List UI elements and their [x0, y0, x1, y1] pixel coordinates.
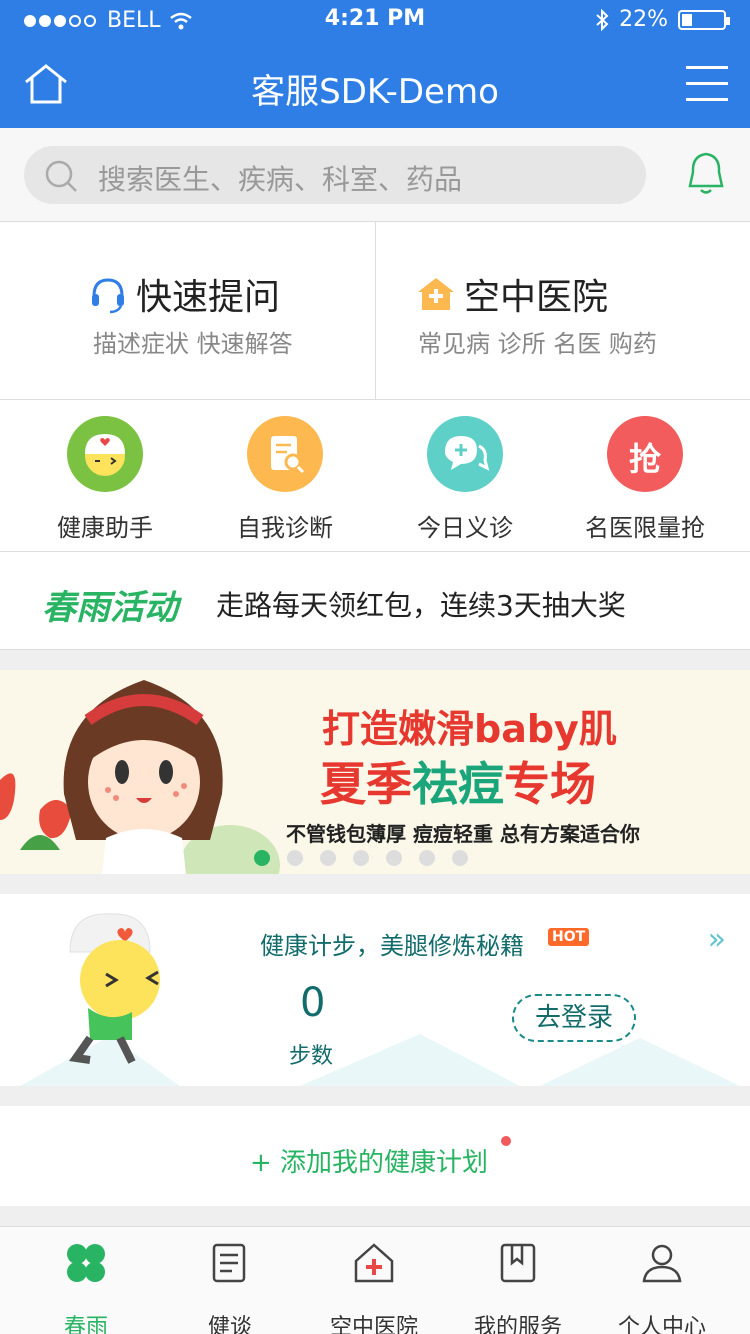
sky-hospital-tile[interactable]: 空中医院 常见病 诊所 名医 购药 — [375, 222, 750, 400]
grab-icon: 抢 — [607, 416, 683, 492]
shortcut-label: 自我诊断 — [237, 514, 333, 542]
carousel-pager[interactable] — [254, 850, 468, 866]
tab-label: 空中医院 — [329, 1315, 418, 1334]
bell-icon[interactable] — [686, 150, 726, 196]
search-bar: 搜索医生、疾病、科室、药品 — [0, 128, 750, 222]
shortcut-label: 健康助手 — [57, 514, 153, 542]
self-diagnosis-icon — [247, 416, 323, 492]
headset-icon — [92, 278, 124, 314]
tab-label: 健谈 — [207, 1315, 252, 1334]
clover-icon — [67, 1244, 105, 1282]
header: BELL 4:21 PM 22% 客服SDK-Demo — [0, 0, 750, 128]
tab-sky-hospital[interactable]: 空中医院 — [299, 1241, 449, 1334]
quick-ask-tile[interactable]: 快速提问 描述症状 快速解答 — [0, 222, 375, 400]
hospital-house-icon — [354, 1243, 394, 1283]
status-bar: BELL 4:21 PM 22% — [0, 0, 750, 40]
navbar: 客服SDK-Demo — [0, 44, 750, 128]
shortcut-health-assistant[interactable]: 健康助手 — [15, 416, 195, 543]
quick-ask-subtitle: 描述症状 快速解答 — [93, 330, 293, 358]
shortcut-self-diagnosis[interactable]: 自我诊断 — [195, 416, 375, 543]
health-assistant-icon — [67, 416, 143, 492]
shortcut-free-clinic[interactable]: 今日义诊 — [375, 416, 555, 543]
battery-label: 22% — [619, 7, 668, 32]
banner-line-2: 夏季祛痘专场 — [320, 757, 596, 811]
tab-label: 个人中心 — [617, 1315, 706, 1334]
shortcut-grid: 健康助手 自我诊断 今日义诊 抢 名医限量抢 — [0, 400, 750, 552]
search-placeholder: 搜索医生、疾病、科室、药品 — [98, 163, 463, 196]
user-icon — [642, 1244, 682, 1283]
add-health-plan[interactable]: + 添加我的健康计划 — [0, 1106, 750, 1206]
tab-jiantan[interactable]: 健谈 — [155, 1241, 305, 1334]
bookmark-book-icon — [500, 1243, 536, 1283]
banner-girl-illustration — [0, 680, 280, 874]
step-counter-card[interactable]: 健康计步，美腿修炼秘籍 HOT » 0 步数 去登录 — [0, 894, 750, 1086]
bluetooth-icon — [596, 8, 609, 31]
activity-text: 走路每天领红包，连续3天抽大奖 — [216, 589, 626, 622]
runner-mascot-illustration — [68, 913, 160, 1064]
battery-icon — [678, 9, 730, 30]
hot-badge: HOT — [548, 928, 590, 946]
banner-line-3: 不管钱包薄厚 痘痘轻重 总有方案适合你 — [286, 822, 640, 846]
quick-ask-title: 快速提问 — [136, 277, 281, 318]
banner-line-1: 打造嫩滑baby肌 — [322, 707, 617, 751]
tab-label: 春雨 — [63, 1315, 108, 1334]
chat-plus-icon — [427, 416, 503, 492]
step-card-title: 健康计步，美腿修炼秘籍 — [260, 932, 524, 960]
tab-bar: 春雨 健谈 空中医院 我的服务 个人中心 — [0, 1226, 750, 1334]
tab-chunyu[interactable]: 春雨 — [11, 1241, 161, 1334]
login-button[interactable]: 去登录 — [512, 994, 636, 1042]
promo-banner[interactable]: 打造嫩滑baby肌 夏季祛痘专场 不管钱包薄厚 痘痘轻重 总有方案适合你 — [0, 670, 750, 874]
shortcut-label: 名医限量抢 — [585, 514, 705, 542]
sky-hospital-title: 空中医院 — [464, 277, 609, 318]
step-count: 0 — [300, 980, 326, 1026]
search-input[interactable]: 搜索医生、疾病、科室、药品 — [24, 146, 646, 204]
sky-hospital-subtitle: 常见病 诊所 名医 购药 — [418, 330, 657, 358]
quick-tiles: 快速提问 描述症状 快速解答 空中医院 常见病 诊所 名医 购药 — [0, 222, 750, 400]
shortcut-label: 今日义诊 — [417, 514, 513, 542]
add-plan-label: + 添加我的健康计划 — [250, 1148, 489, 1178]
notification-dot — [501, 1136, 511, 1146]
shortcut-famous-doctor[interactable]: 抢 名医限量抢 — [555, 416, 735, 543]
page-title: 客服SDK-Demo — [251, 72, 499, 112]
menu-icon[interactable] — [686, 66, 728, 102]
hospital-icon — [418, 278, 454, 310]
chevron-right-icon[interactable]: » — [708, 922, 726, 957]
step-unit: 步数 — [289, 1044, 334, 1069]
tab-label: 我的服务 — [473, 1315, 562, 1334]
search-icon — [45, 160, 77, 192]
activity-brand: 春雨活动 — [42, 588, 178, 628]
document-icon — [212, 1243, 246, 1283]
tab-my-services[interactable]: 我的服务 — [443, 1241, 593, 1334]
activity-banner[interactable]: 春雨活动 走路每天领红包，连续3天抽大奖 — [0, 552, 750, 650]
tab-profile[interactable]: 个人中心 — [587, 1241, 737, 1334]
